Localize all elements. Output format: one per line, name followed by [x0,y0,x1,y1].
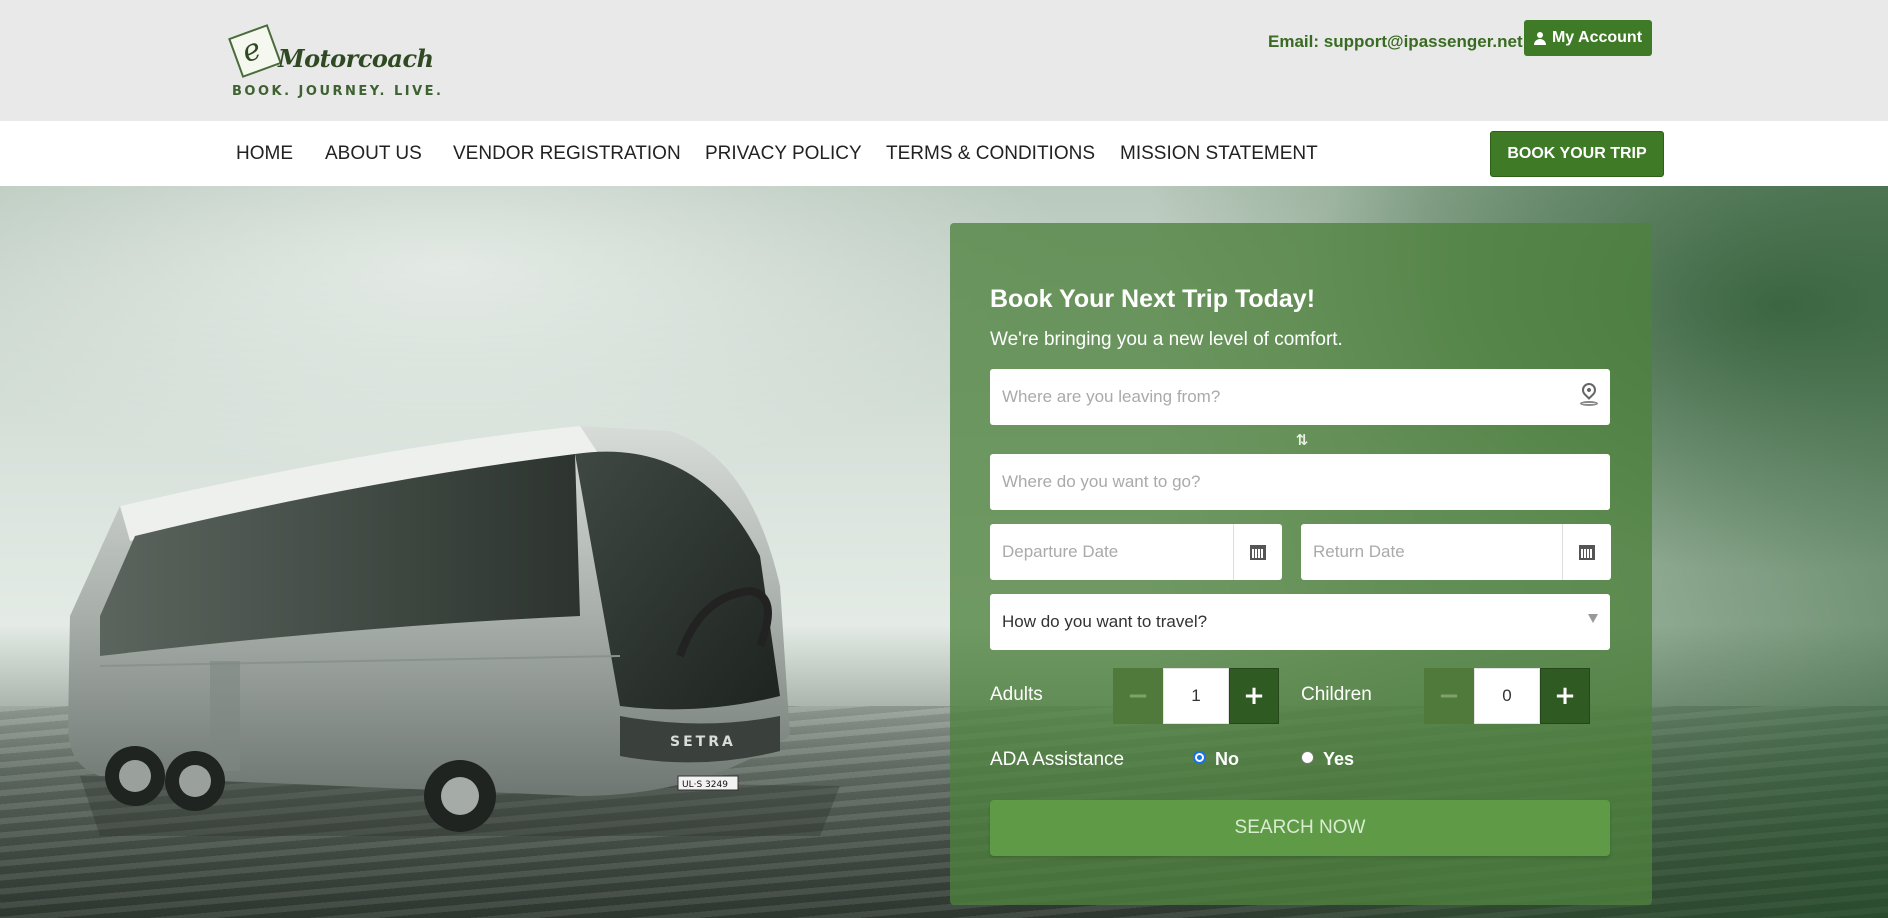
swap-icon[interactable]: ⇅ [1294,431,1310,449]
travel-mode-value: How do you want to travel? [1002,612,1208,631]
my-account-label: My Account [1551,29,1643,46]
return-calendar-button[interactable] [1562,524,1611,580]
from-field[interactable] [990,369,1610,425]
booking-title: Book Your Next Trip Today! [990,285,1316,313]
calendar-icon [1579,544,1595,560]
search-now-button[interactable]: SEARCH NOW [990,800,1610,856]
site-logo[interactable]: e Motorcoach BOOK. JOURNEY. LIVE. [228,24,441,104]
children-count[interactable]: 0 [1474,668,1540,724]
book-your-trip-button[interactable]: BOOK YOUR TRIP [1490,131,1664,177]
return-date-field[interactable] [1301,524,1611,580]
logo-wordmark: Motorcoach [278,44,434,73]
my-account-button[interactable]: My Account [1524,20,1652,56]
children-decrement-button[interactable]: − [1424,668,1474,724]
nav-home[interactable]: HOME [236,143,293,165]
calendar-icon [1250,544,1266,560]
hero-section: SETRA UL·S 3249 Book Your Next Trip Toda… [0,186,1888,918]
from-input[interactable] [1002,387,1610,407]
to-input[interactable] [1002,472,1610,492]
adults-increment-button[interactable]: + [1229,668,1279,724]
nav-about-us[interactable]: ABOUT US [325,143,422,165]
nav-vendor-registration[interactable]: VENDOR REGISTRATION [453,143,681,165]
children-label: Children [1301,684,1372,705]
bus-brand: SETRA [670,734,736,750]
ada-yes-label[interactable]: Yes [1323,749,1354,770]
top-bar: e Motorcoach BOOK. JOURNEY. LIVE. Email:… [0,0,1888,121]
logo-tagline: BOOK. JOURNEY. LIVE. [232,84,444,99]
nav-privacy-policy[interactable]: PRIVACY POLICY [705,143,862,165]
booking-subtitle: We're bringing you a new level of comfor… [990,329,1343,350]
bus-illustration: SETRA UL·S 3249 [68,426,840,836]
adults-decrement-button[interactable]: − [1113,668,1163,724]
departure-date-field[interactable] [990,524,1282,580]
ada-no-radio[interactable] [1193,751,1206,764]
logo-mark-icon: e [228,24,282,78]
main-nav: HOME ABOUT US VENDOR REGISTRATION PRIVAC… [0,121,1888,186]
support-email[interactable]: Email: support@ipassenger.net [1268,32,1523,52]
location-pin-base [1580,401,1598,406]
ada-label: ADA Assistance [990,749,1125,770]
ada-yes-radio[interactable] [1301,751,1314,764]
children-increment-button[interactable]: + [1540,668,1590,724]
chevron-down-icon [1588,614,1598,623]
departure-calendar-button[interactable] [1233,524,1282,580]
adults-count[interactable]: 1 [1163,668,1229,724]
bus-plate: UL·S 3249 [682,780,728,790]
user-icon [1533,31,1546,45]
nav-mission-statement[interactable]: MISSION STATEMENT [1120,143,1318,165]
adults-label: Adults [990,684,1043,705]
to-field[interactable] [990,454,1610,510]
nav-terms-conditions[interactable]: TERMS & CONDITIONS [886,143,1095,165]
ada-no-label[interactable]: No [1215,749,1239,770]
booking-panel: Book Your Next Trip Today! We're bringin… [950,223,1652,905]
travel-mode-select[interactable]: How do you want to travel? [990,594,1610,650]
